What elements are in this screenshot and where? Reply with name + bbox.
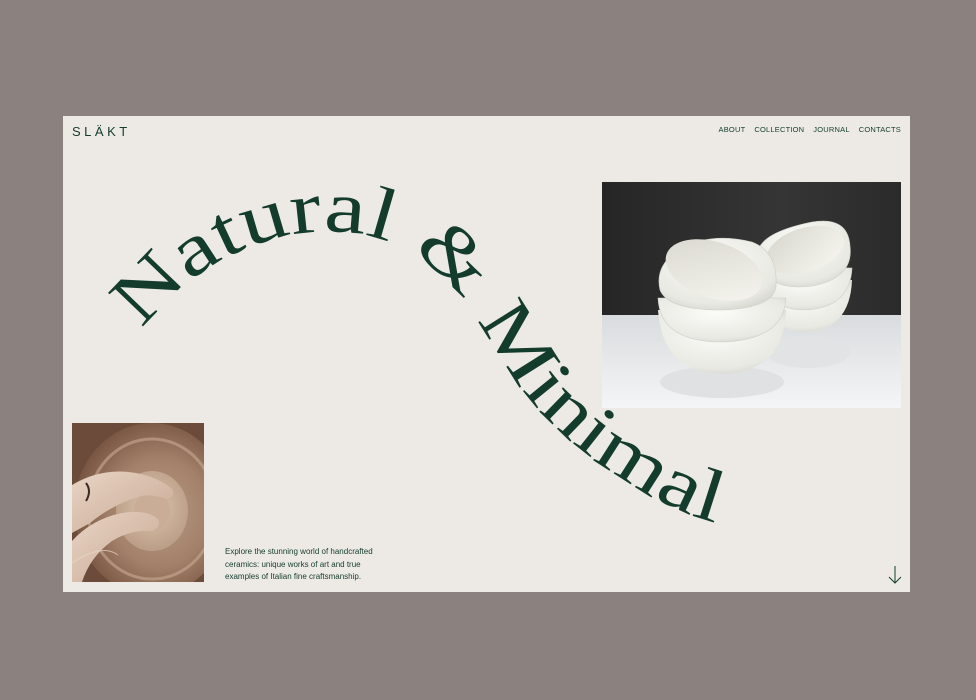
arrow-down-icon[interactable]	[886, 564, 904, 586]
landing-page: SLÄKT ABOUT COLLECTION JOURNAL CONTACTS	[63, 116, 910, 592]
intro-line: examples of Italian fine craftsmanship.	[225, 572, 362, 581]
hero-headline-text: Natural & Minimal	[94, 166, 735, 540]
intro-paragraph: Explore the stunning world of handcrafte…	[225, 546, 400, 584]
svg-text:Natural & Minimal: Natural & Minimal	[94, 166, 735, 540]
hero-headline: Natural & Minimal	[94, 166, 735, 540]
intro-line: Explore the stunning world of handcrafte…	[225, 547, 373, 556]
intro-line: ceramics: unique works of art and true	[225, 559, 361, 569]
